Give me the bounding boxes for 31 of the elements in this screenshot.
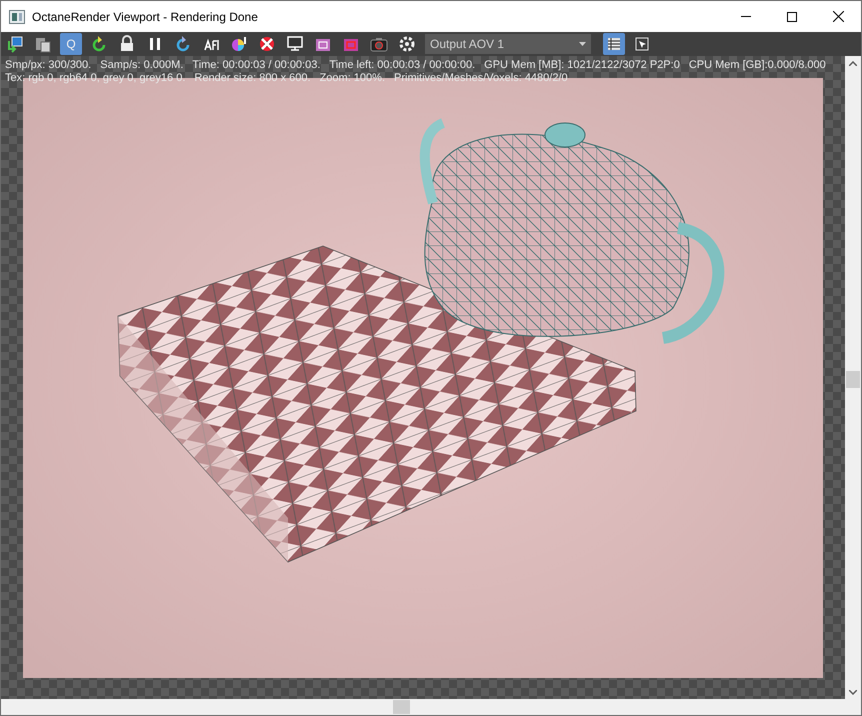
scrollbar-thumb[interactable] — [393, 700, 410, 714]
status-text: CPU Mem [GB]:0.000/8.000 — [688, 59, 826, 72]
circular-arrow-icon — [174, 35, 192, 53]
cursor-icon — [633, 35, 651, 53]
circular-arrow-icon — [90, 35, 108, 53]
status-text: Smp/px: 300/300. — [5, 59, 92, 72]
import-icon — [6, 35, 24, 53]
status-text: GPU Mem [MB]: 1021/2122/3072 P2P:0 — [484, 59, 680, 72]
app-icon — [9, 10, 25, 24]
close-icon — [832, 11, 844, 22]
minimize-icon — [741, 16, 751, 17]
aperture-icon — [398, 35, 416, 53]
color-wheel-icon — [230, 35, 248, 53]
toolbar-button[interactable] — [603, 33, 625, 55]
scroll-up-icon[interactable] — [849, 61, 857, 66]
scrollbar-thumb[interactable] — [846, 371, 860, 388]
lifebuoy-icon — [258, 35, 276, 53]
camera-icon — [370, 35, 388, 53]
list-icon — [605, 35, 623, 53]
clipboard-icon — [34, 35, 52, 53]
dropdown-caret-icon — [579, 42, 586, 46]
status-text: Samp/s: 0.000M. — [100, 59, 184, 72]
status-text: Time left: 00:00:03 / 00:00:00. — [329, 59, 476, 72]
output-dropdown[interactable]: Output AOV 1 — [425, 34, 591, 54]
toolbar-button[interactable]: Q — [60, 33, 82, 55]
window-title: OctaneRender Viewport - Rendering Done — [32, 8, 258, 26]
lock-icon — [118, 35, 136, 53]
status-text: Time: 00:00:03 / 00:00:03. — [192, 59, 320, 72]
monitor-icon — [286, 35, 304, 53]
maximize-icon — [787, 12, 797, 22]
scroll-down-icon[interactable] — [849, 690, 857, 695]
